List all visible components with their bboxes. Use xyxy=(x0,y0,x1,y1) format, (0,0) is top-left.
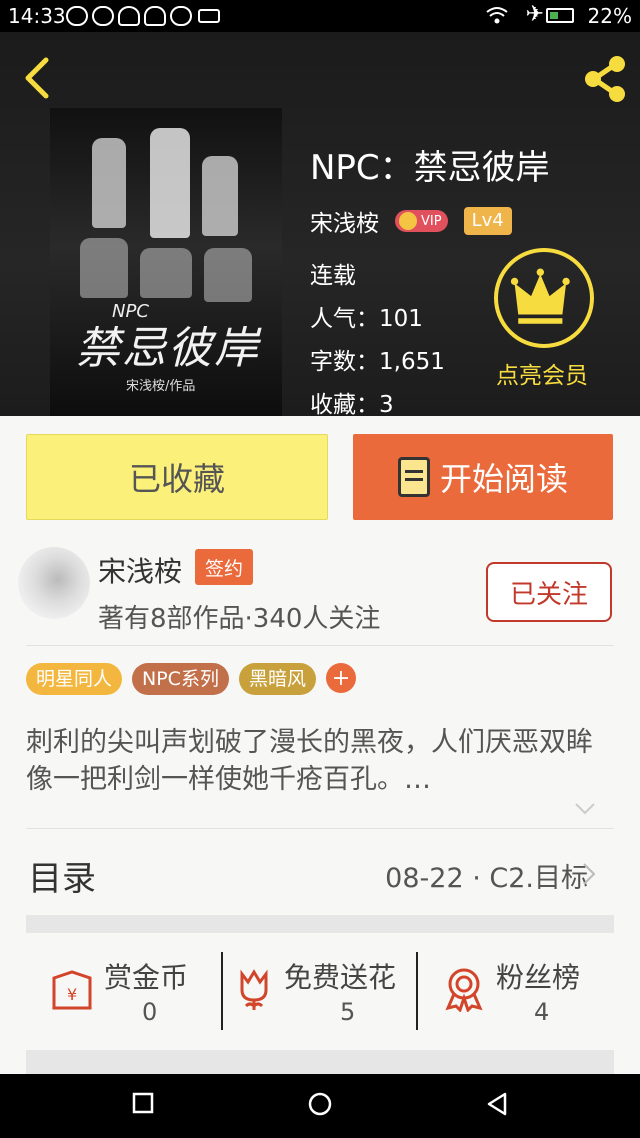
vip-badge-label: VIP xyxy=(421,213,442,229)
vip-action-label[interactable]: 点亮会员 xyxy=(496,356,588,390)
svg-text:¥: ¥ xyxy=(67,985,77,1004)
tag-item[interactable]: NPC系列 xyxy=(132,663,229,695)
author-line: 宋浅桉 VIP Lv4 xyxy=(310,204,512,238)
crown-icon xyxy=(399,212,417,230)
level-badge: Lv4 xyxy=(463,207,512,235)
home-icon[interactable] xyxy=(308,1092,332,1116)
book-icon xyxy=(397,457,430,497)
stat-label: 粉丝榜 xyxy=(496,961,581,994)
book-header: NPC 禁忌彼岸 宋浅桉/作品 NPC：禁忌彼岸 宋浅桉 VIP Lv4 连载 … xyxy=(0,32,640,416)
qq-icon xyxy=(118,6,140,26)
tag-item[interactable]: 明星同人 xyxy=(26,663,123,695)
start-reading-label: 开始阅读 xyxy=(439,460,568,498)
book-title: NPC：禁忌彼岸 xyxy=(310,148,550,188)
signed-badge: 签约 xyxy=(195,549,253,585)
synopsis[interactable]: 刺利的尖叫声划破了漫长的黑夜，人们厌恶双眸像一把利剑一样使她千疮百孔。… xyxy=(26,724,616,798)
recent-apps-icon[interactable] xyxy=(132,1092,154,1114)
share-icon[interactable] xyxy=(580,54,630,104)
vip-badge: VIP xyxy=(395,210,448,232)
cover-title: 禁忌彼岸 xyxy=(76,323,260,374)
favorites-count: 收藏：3 xyxy=(310,392,394,416)
stat-label: 赏金币 xyxy=(104,961,189,994)
wechat-icon xyxy=(170,6,192,26)
app-notification-icon xyxy=(66,6,88,26)
add-tag-button[interactable]: + xyxy=(325,663,356,693)
toc-label[interactable]: 目录 xyxy=(28,851,96,900)
divider xyxy=(26,828,614,829)
divider xyxy=(221,952,223,1030)
airplane-mode-icon: ✈ xyxy=(525,2,544,27)
back-arrow-icon[interactable] xyxy=(18,56,58,100)
book-cover[interactable]: NPC 禁忌彼岸 宋浅桉/作品 xyxy=(50,108,282,416)
battery-percent: 22% xyxy=(587,4,632,28)
flower-icon xyxy=(240,969,268,1010)
serial-status: 连载 xyxy=(310,263,356,289)
tag-list: 明星同人 NPC系列 黑暗风 + xyxy=(26,663,356,695)
tag-item[interactable]: 黑暗风 xyxy=(238,663,316,695)
medal-icon xyxy=(445,968,483,1012)
stat-label: 免费送花 xyxy=(284,961,397,994)
fan-ranking[interactable]: 粉丝榜 4 xyxy=(436,952,616,1032)
follow-button[interactable]: 已关注 xyxy=(486,562,612,622)
author-name[interactable]: 宋浅桉 xyxy=(98,550,182,590)
divider xyxy=(26,645,614,646)
app-notification-icon xyxy=(92,6,114,26)
chevron-down-icon[interactable] xyxy=(574,802,596,816)
free-flowers[interactable]: 免费送花 5 xyxy=(230,952,416,1032)
red-envelope-icon: ¥ xyxy=(52,970,92,1010)
chevron-right-icon[interactable] xyxy=(582,862,596,886)
keyboard-icon xyxy=(198,9,220,23)
cover-subtitle: 宋浅桉/作品 xyxy=(126,379,196,394)
start-reading-button[interactable]: 开始阅读 xyxy=(353,434,613,520)
status-bar: 14:33 ✈ 22% xyxy=(0,0,640,32)
reward-coins[interactable]: ¥ 赏金币 0 xyxy=(40,952,220,1032)
wifi-icon xyxy=(486,7,508,24)
section-separator xyxy=(26,1050,614,1074)
stat-value: 5 xyxy=(340,998,356,1026)
headset-icon xyxy=(144,6,166,26)
stat-value: 4 xyxy=(534,998,550,1026)
vip-crown-button[interactable] xyxy=(494,248,594,348)
toc-latest-chapter[interactable]: 08-22 · C2.目标 xyxy=(385,856,588,895)
status-time: 14:33 xyxy=(8,4,66,28)
battery-icon xyxy=(546,8,574,23)
popularity: 人气：101 xyxy=(310,306,423,332)
system-nav-bar xyxy=(0,1074,640,1138)
collected-button[interactable]: 已收藏 xyxy=(26,434,328,520)
author-stats: 著有8部作品·340人关注 xyxy=(98,604,381,634)
author-avatar[interactable] xyxy=(18,547,90,619)
stat-value: 0 xyxy=(142,998,158,1026)
author-name[interactable]: 宋浅桉 xyxy=(310,204,379,238)
back-nav-icon[interactable] xyxy=(486,1092,508,1116)
divider xyxy=(416,952,418,1030)
crown-icon xyxy=(510,268,570,324)
word-count: 字数：1,651 xyxy=(310,349,445,375)
section-separator xyxy=(26,915,614,933)
